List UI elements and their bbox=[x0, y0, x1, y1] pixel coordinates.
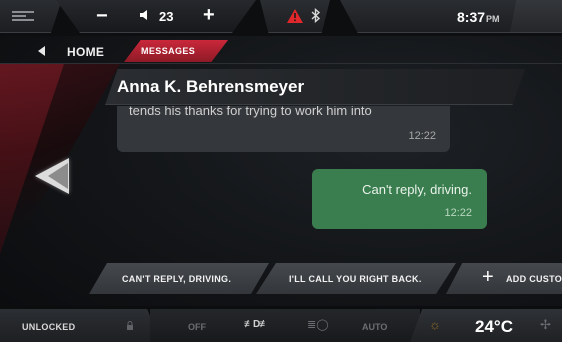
temperature[interactable]: 24°C bbox=[475, 317, 513, 337]
tab-messages-label: MESSAGES bbox=[141, 46, 196, 56]
car-messages-screen: − 23 + 8:37PM HOME MESSAGES Anna K. Behr… bbox=[0, 0, 562, 342]
back-triangle-icon bbox=[38, 46, 45, 56]
home-button[interactable]: HOME bbox=[10, 41, 140, 61]
lock-status: UNLOCKED bbox=[22, 322, 76, 332]
menu-icon bbox=[12, 11, 34, 21]
fog-light-icon[interactable]: ≢D≢ bbox=[244, 319, 269, 330]
volume-control bbox=[56, 0, 256, 33]
plus-icon: + bbox=[482, 266, 494, 288]
status-bar: − 23 + 8:37PM bbox=[0, 0, 562, 36]
bluetooth-icon bbox=[311, 8, 321, 23]
warning-icon[interactable] bbox=[287, 9, 303, 23]
bottom-bar: UNLOCKED OFF ≢D≢ ≣◯ AUTO ☼ 24°C ✢ bbox=[0, 306, 562, 342]
speaker-icon bbox=[140, 10, 147, 20]
add-custom-label: ADD CUSTO bbox=[506, 274, 562, 284]
tab-messages[interactable]: MESSAGES bbox=[124, 40, 228, 62]
contact-name: Anna K. Behrensmeyer bbox=[117, 77, 305, 96]
volume-down-button[interactable]: − bbox=[96, 5, 108, 28]
outgoing-message-time: 12:22 bbox=[444, 207, 472, 219]
previous-arrow-shade bbox=[48, 163, 68, 189]
quick-reply-label: I'LL CALL YOU RIGHT BACK. bbox=[289, 274, 422, 284]
menu-button[interactable] bbox=[0, 0, 62, 33]
clock: 8:37PM bbox=[457, 9, 500, 25]
lights-auto-button[interactable]: AUTO bbox=[362, 322, 387, 332]
lock-icon[interactable] bbox=[126, 321, 134, 330]
outgoing-message[interactable]: Can't reply, driving. 12:22 bbox=[312, 169, 487, 229]
incoming-message[interactable]: tends his thanks for trying to work him … bbox=[117, 106, 450, 152]
outgoing-message-text: Can't reply, driving. bbox=[362, 182, 472, 197]
quick-reply-label: CAN'T REPLY, DRIVING. bbox=[122, 274, 232, 284]
clock-time: 8:37 bbox=[457, 9, 486, 25]
clock-ampm: PM bbox=[486, 14, 500, 24]
nav-divider bbox=[0, 63, 562, 64]
lights-off-button[interactable]: OFF bbox=[188, 322, 206, 332]
status-corner bbox=[510, 0, 562, 33]
add-custom-reply-button[interactable]: + ADD CUSTO bbox=[446, 263, 562, 294]
fan-icon[interactable]: ✢ bbox=[540, 317, 551, 333]
incoming-message-text: tends his thanks for trying to work him … bbox=[129, 106, 372, 118]
sun-icon[interactable]: ☼ bbox=[429, 317, 441, 332]
quick-reply-call-back[interactable]: I'LL CALL YOU RIGHT BACK. bbox=[256, 263, 456, 294]
volume-up-button[interactable]: + bbox=[203, 4, 215, 27]
low-beam-icon[interactable]: ≣◯ bbox=[307, 318, 329, 331]
home-label: HOME bbox=[67, 45, 105, 59]
quick-reply-cant-reply[interactable]: CAN'T REPLY, DRIVING. bbox=[89, 263, 269, 294]
volume-level: 23 bbox=[159, 9, 174, 24]
incoming-message-time: 12:22 bbox=[408, 130, 436, 142]
